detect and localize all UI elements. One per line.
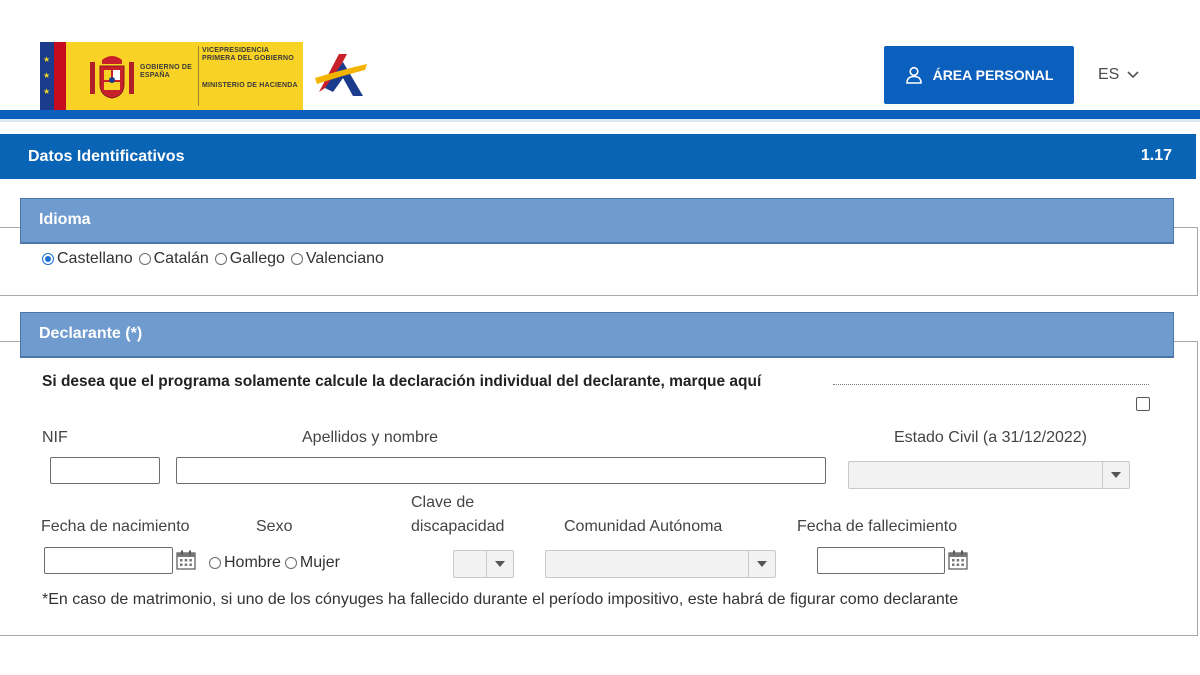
individual-declaration-prompt: Si desea que el programa solamente calcu… — [42, 373, 762, 390]
comunidad-autonoma-select[interactable] — [545, 550, 776, 578]
comunidad-label: Comunidad Autónoma — [564, 518, 723, 535]
radio-mujer[interactable] — [284, 557, 297, 569]
section-version: 1.17 — [1140, 147, 1172, 164]
clave-label-line1: Clave de — [411, 494, 475, 511]
section-title-bar: Datos Identificativos 1.17 — [0, 134, 1196, 179]
apellidos-input[interactable] — [176, 457, 826, 484]
radio-valenciano[interactable] — [290, 253, 303, 265]
header-underline — [0, 119, 1200, 122]
calendar-icon[interactable] — [947, 549, 969, 571]
comunidad-autonoma-arrow — [748, 551, 775, 577]
dotted-leader — [833, 384, 1149, 385]
triangle-down-icon — [1111, 472, 1121, 478]
sexo-radio-group: Hombre Mujer — [209, 554, 340, 572]
triangle-down-icon — [495, 561, 505, 567]
radio-label-catalan[interactable]: Catalán — [154, 250, 209, 268]
radio-gallego[interactable] — [214, 253, 227, 265]
user-icon — [905, 66, 922, 84]
nif-input[interactable] — [50, 457, 160, 484]
vicepresidencia-text: VICEPRESIDENCIA PRIMERA DEL GOBIERNO — [202, 47, 294, 62]
estado-civil-arrow — [1102, 462, 1129, 488]
language-label: ES — [1098, 66, 1120, 83]
declarante-footnote: *En caso de matrimonio, si uno de los có… — [42, 591, 959, 608]
triangle-down-icon — [757, 561, 767, 567]
gobierno-espana-logo[interactable]: ★ ★ ★ GOBIERNO DE ESPAÑA VICEPRESIDENCIA… — [40, 42, 303, 110]
gobierno-espana-text: GOBIERNO DE ESPAÑA — [140, 64, 192, 79]
radio-catalan[interactable] — [138, 253, 151, 265]
radio-label-hombre[interactable]: Hombre — [224, 554, 281, 572]
declarante-panel-header: Declarante (*) — [20, 312, 1174, 358]
idioma-panel-header: Idioma — [20, 198, 1174, 244]
fecha-fallecimiento-input[interactable] — [817, 547, 945, 574]
calendar-icon[interactable] — [175, 549, 197, 571]
clave-discapacidad-select[interactable] — [453, 550, 514, 578]
chevron-down-icon — [1127, 71, 1139, 79]
header-blue-bar — [0, 110, 1200, 119]
site-header: ★ ★ ★ GOBIERNO DE ESPAÑA VICEPRESIDENCIA… — [0, 0, 1200, 110]
coat-of-arms-icon — [90, 56, 134, 99]
section-title: Datos Identificativos — [28, 148, 185, 165]
radio-hombre[interactable] — [209, 557, 221, 569]
area-personal-button[interactable]: ÁREA PERSONAL — [884, 46, 1074, 104]
estado-civil-label: Estado Civil (a 31/12/2022) — [894, 429, 1087, 446]
radio-castellano[interactable] — [42, 253, 54, 265]
fecha-nacimiento-input[interactable] — [44, 547, 173, 574]
radio-label-gallego[interactable]: Gallego — [230, 250, 285, 268]
individual-declaration-checkbox[interactable] — [1136, 397, 1150, 411]
radio-label-mujer[interactable]: Mujer — [300, 554, 340, 572]
radio-label-castellano[interactable]: Castellano — [57, 250, 133, 268]
nif-label: NIF — [42, 429, 68, 446]
sexo-label: Sexo — [256, 518, 293, 535]
radio-label-valenciano[interactable]: Valenciano — [306, 250, 384, 268]
fecha-fallecimiento-label: Fecha de fallecimiento — [797, 518, 958, 535]
agencia-tributaria-logo-icon[interactable] — [313, 48, 369, 100]
eu-band: ★ ★ ★ — [40, 42, 54, 110]
clave-label-line2: discapacidad — [411, 518, 505, 535]
idioma-heading: Idioma — [39, 211, 91, 228]
area-personal-label: ÁREA PERSONAL — [932, 67, 1054, 83]
language-selector[interactable]: ES — [1098, 66, 1139, 84]
apellidos-label: Apellidos y nombre — [302, 429, 439, 446]
ministerio-text: MINISTERIO DE HACIENDA — [202, 82, 298, 89]
fecha-nacimiento-label: Fecha de nacimiento — [41, 518, 190, 535]
clave-discapacidad-arrow — [486, 551, 513, 577]
declarante-heading: Declarante (*) — [39, 325, 143, 342]
idioma-radio-group: Castellano Catalán Gallego Valenciano — [42, 250, 390, 268]
logo-divider — [198, 46, 199, 106]
estado-civil-select[interactable] — [848, 461, 1130, 489]
